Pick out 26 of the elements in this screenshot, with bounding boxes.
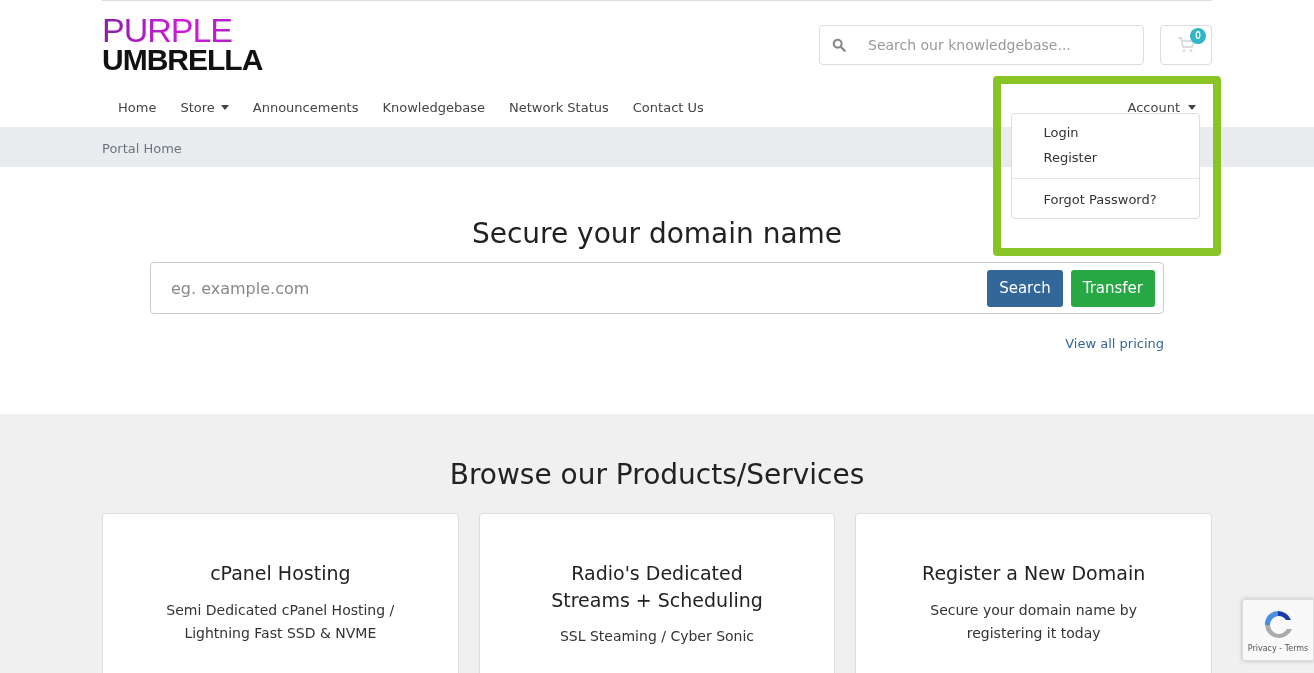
nav-link[interactable]: Knowledgebase: [370, 100, 497, 115]
nav-link[interactable]: Announcements: [240, 100, 371, 115]
domain-title: Secure your domain name: [471, 217, 843, 250]
card-title: Register a New Domain: [921, 561, 1147, 586]
search-icon: [832, 37, 846, 52]
nav-link[interactable]: Network Status: [496, 100, 621, 115]
menu-item[interactable]: Register: [1011, 145, 1199, 170]
breadcrumb-link[interactable]: Portal Home: [102, 140, 182, 156]
search-button[interactable]: Search: [987, 269, 1063, 307]
domain-search-field[interactable]: eg. example.com Search Transfer: [150, 262, 1164, 314]
recaptcha-links: Privacy - Terms: [1247, 643, 1309, 653]
card-description: SSL Steaming / Cyber Sonic: [558, 627, 756, 647]
cart-count: 0: [1190, 27, 1206, 44]
card-title: Radio's Dedicated Streams + Scheduling: [550, 561, 764, 613]
card-title: cPanel Hosting: [209, 561, 352, 586]
card-description: Secure your domain name by registering it today: [929, 600, 1138, 644]
nav-link[interactable]: Store: [168, 100, 241, 115]
cart-icon: [1177, 36, 1195, 53]
menu-item[interactable]: Forgot Password?: [1011, 187, 1199, 212]
menu-item[interactable]: Login: [1011, 120, 1199, 145]
search-field[interactable]: Search our knowledgebase...: [819, 24, 1144, 65]
card-description: Semi Dedicated cPanel Hosting / Lightning Fast SSD & NVME: [165, 600, 396, 644]
nav-link[interactable]: Home: [102, 100, 169, 115]
pricing-link[interactable]: View all pricing: [1065, 336, 1164, 351]
nav-link[interactable]: Contact Us: [620, 100, 716, 115]
section-title: Browse our Products/Services: [448, 458, 866, 491]
